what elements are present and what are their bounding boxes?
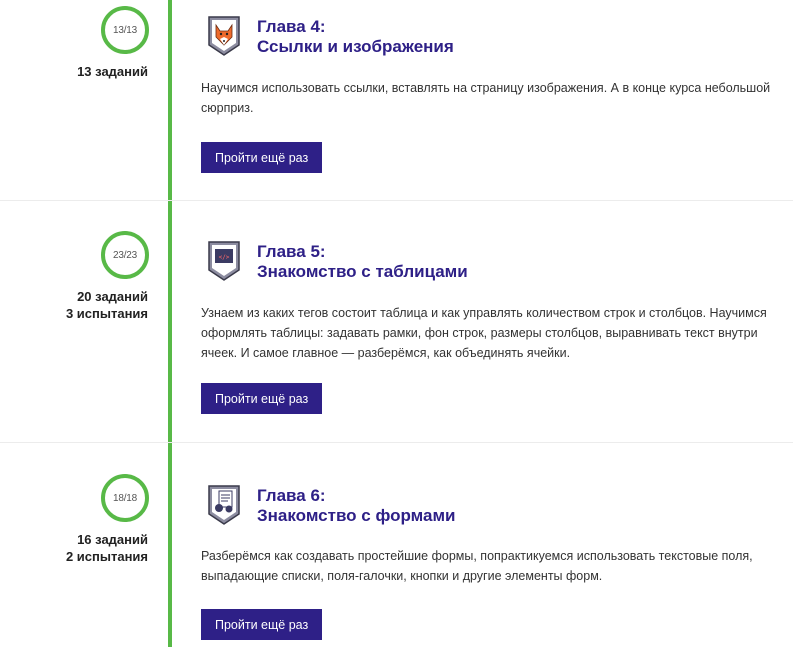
timeline-line (168, 0, 172, 647)
chapter-title: Глава 6: Знакомство с формами (257, 486, 456, 526)
progress-circle: 13/13 (101, 6, 149, 54)
section-divider (0, 442, 793, 443)
form-icon (207, 484, 241, 526)
progress-circle: 18/18 (101, 474, 149, 522)
tasks-count: 13 заданий (77, 64, 148, 79)
chapter-stats: 16 заданий 2 испытания (0, 531, 148, 565)
chapter-description: Научимся использовать ссылки, вставлять … (201, 81, 771, 115)
chapter-stats: 20 заданий 3 испытания (0, 288, 148, 322)
retry-button[interactable]: Пройти ещё раз (201, 142, 323, 173)
chapter-stats: 13 заданий (0, 63, 148, 80)
retry-button[interactable]: Пройти ещё раз (201, 383, 323, 414)
chapter-name: Знакомство с формами (257, 506, 456, 525)
svg-text:</>: </> (219, 254, 230, 261)
chapter-number: Глава 4: (257, 17, 326, 36)
tasks-count: 16 заданий (77, 532, 148, 547)
code-table-icon: </> (207, 240, 241, 282)
trials-count: 3 испытания (65, 306, 148, 321)
fox-icon (207, 15, 241, 57)
chapter-number: Глава 5: (257, 242, 326, 261)
section-divider (0, 200, 793, 201)
chapter-number: Глава 6: (257, 486, 326, 505)
chapter-description: Разберёмся как создавать простейшие форм… (201, 549, 753, 583)
chapter-title: Глава 5: Знакомство с таблицами (257, 242, 468, 282)
chapter-description: Узнаем из каких тегов состоит таблица и … (201, 306, 767, 360)
retry-button[interactable]: Пройти ещё раз (201, 609, 323, 640)
tasks-count: 20 заданий (77, 289, 148, 304)
chapter-title: Глава 4: Ссылки и изображения (257, 17, 454, 57)
progress-circle: 23/23 (101, 231, 149, 279)
trials-count: 2 испытания (65, 549, 148, 564)
chapter-name: Ссылки и изображения (257, 37, 454, 56)
chapter-name: Знакомство с таблицами (257, 262, 468, 281)
